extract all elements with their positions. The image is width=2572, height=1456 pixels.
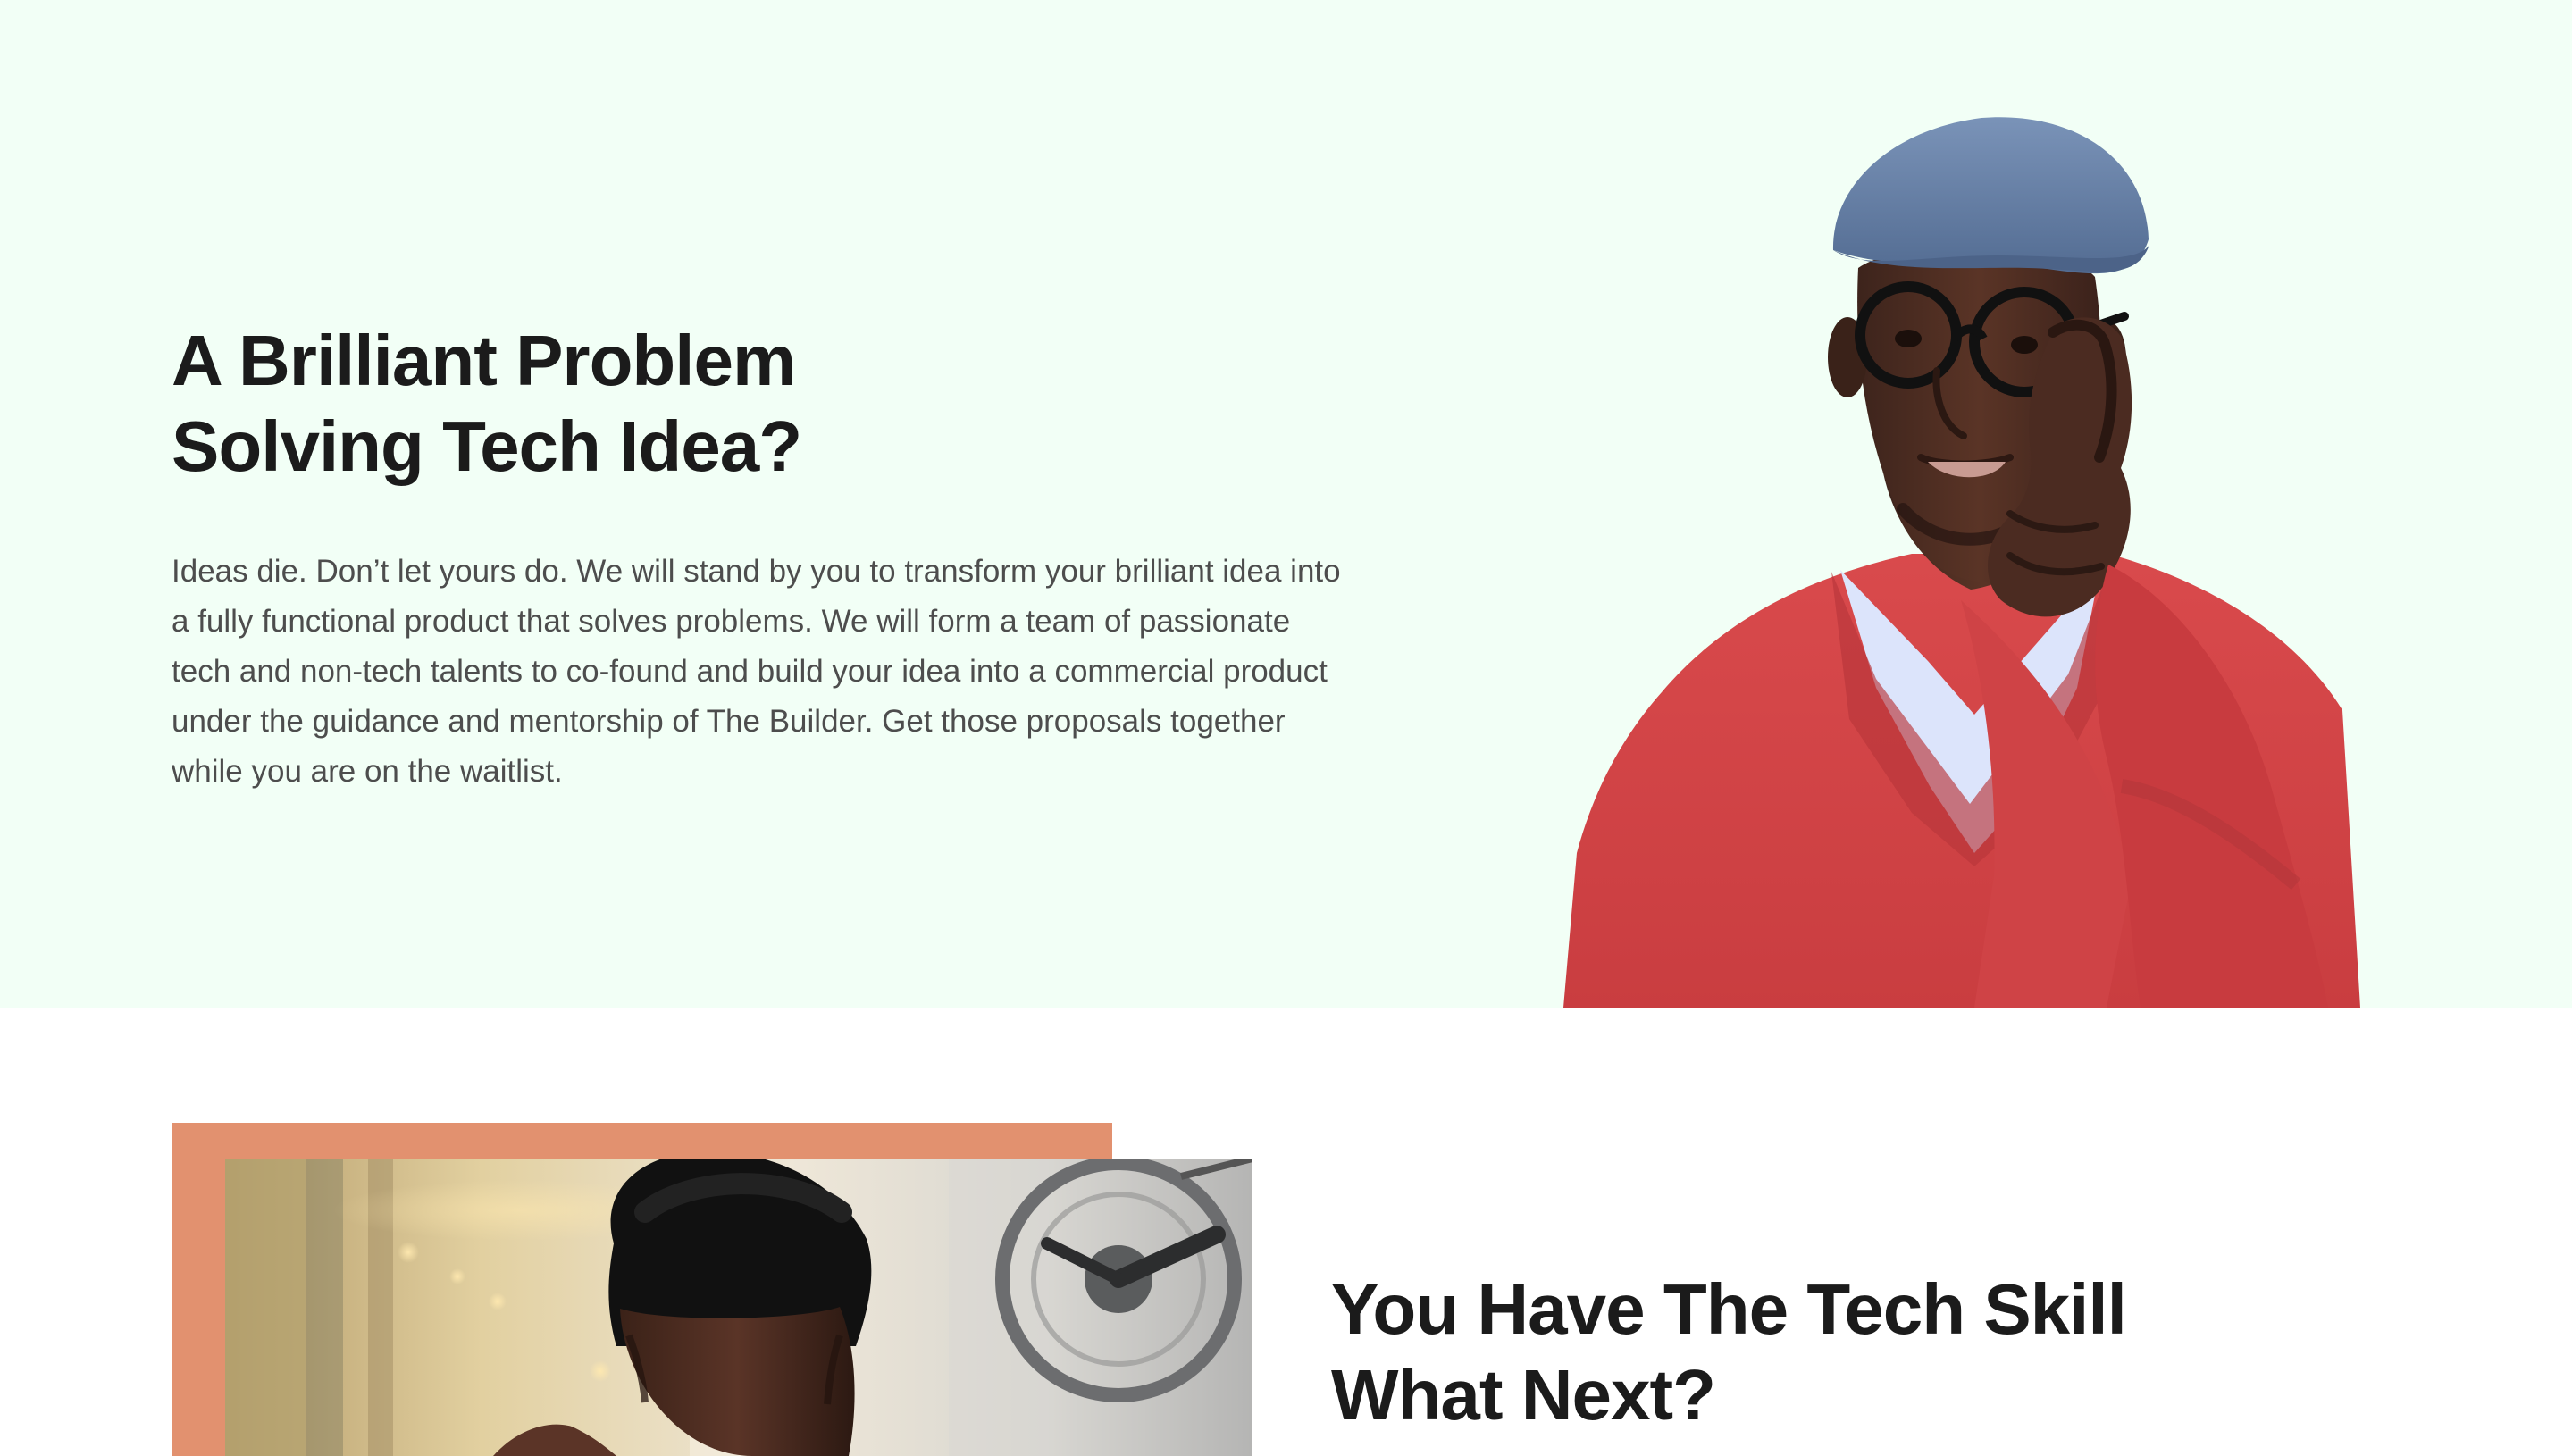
hero-title-line-2: Solving Tech Idea? <box>172 406 802 486</box>
hero-section: A Brilliant Problem Solving Tech Idea? I… <box>0 0 2572 1008</box>
section-two-title-line-2: What Next? <box>1331 1355 1716 1435</box>
hero-title: A Brilliant Problem Solving Tech Idea? <box>172 318 976 490</box>
tech-skill-section: You Have The Tech Skill What Next? <box>0 1008 2572 1456</box>
section-two-title-line-1: You Have The Tech Skill <box>1331 1269 2127 1349</box>
section-two-title: You Have The Tech Skill What Next? <box>1331 1267 2224 1438</box>
hero-description: Ideas die. Don’t let yours do. We will s… <box>172 554 1341 789</box>
thinking-man-image <box>1563 107 2385 1008</box>
hero-title-line-1: A Brilliant Problem <box>172 321 796 400</box>
man-photo <box>225 1159 1252 1456</box>
